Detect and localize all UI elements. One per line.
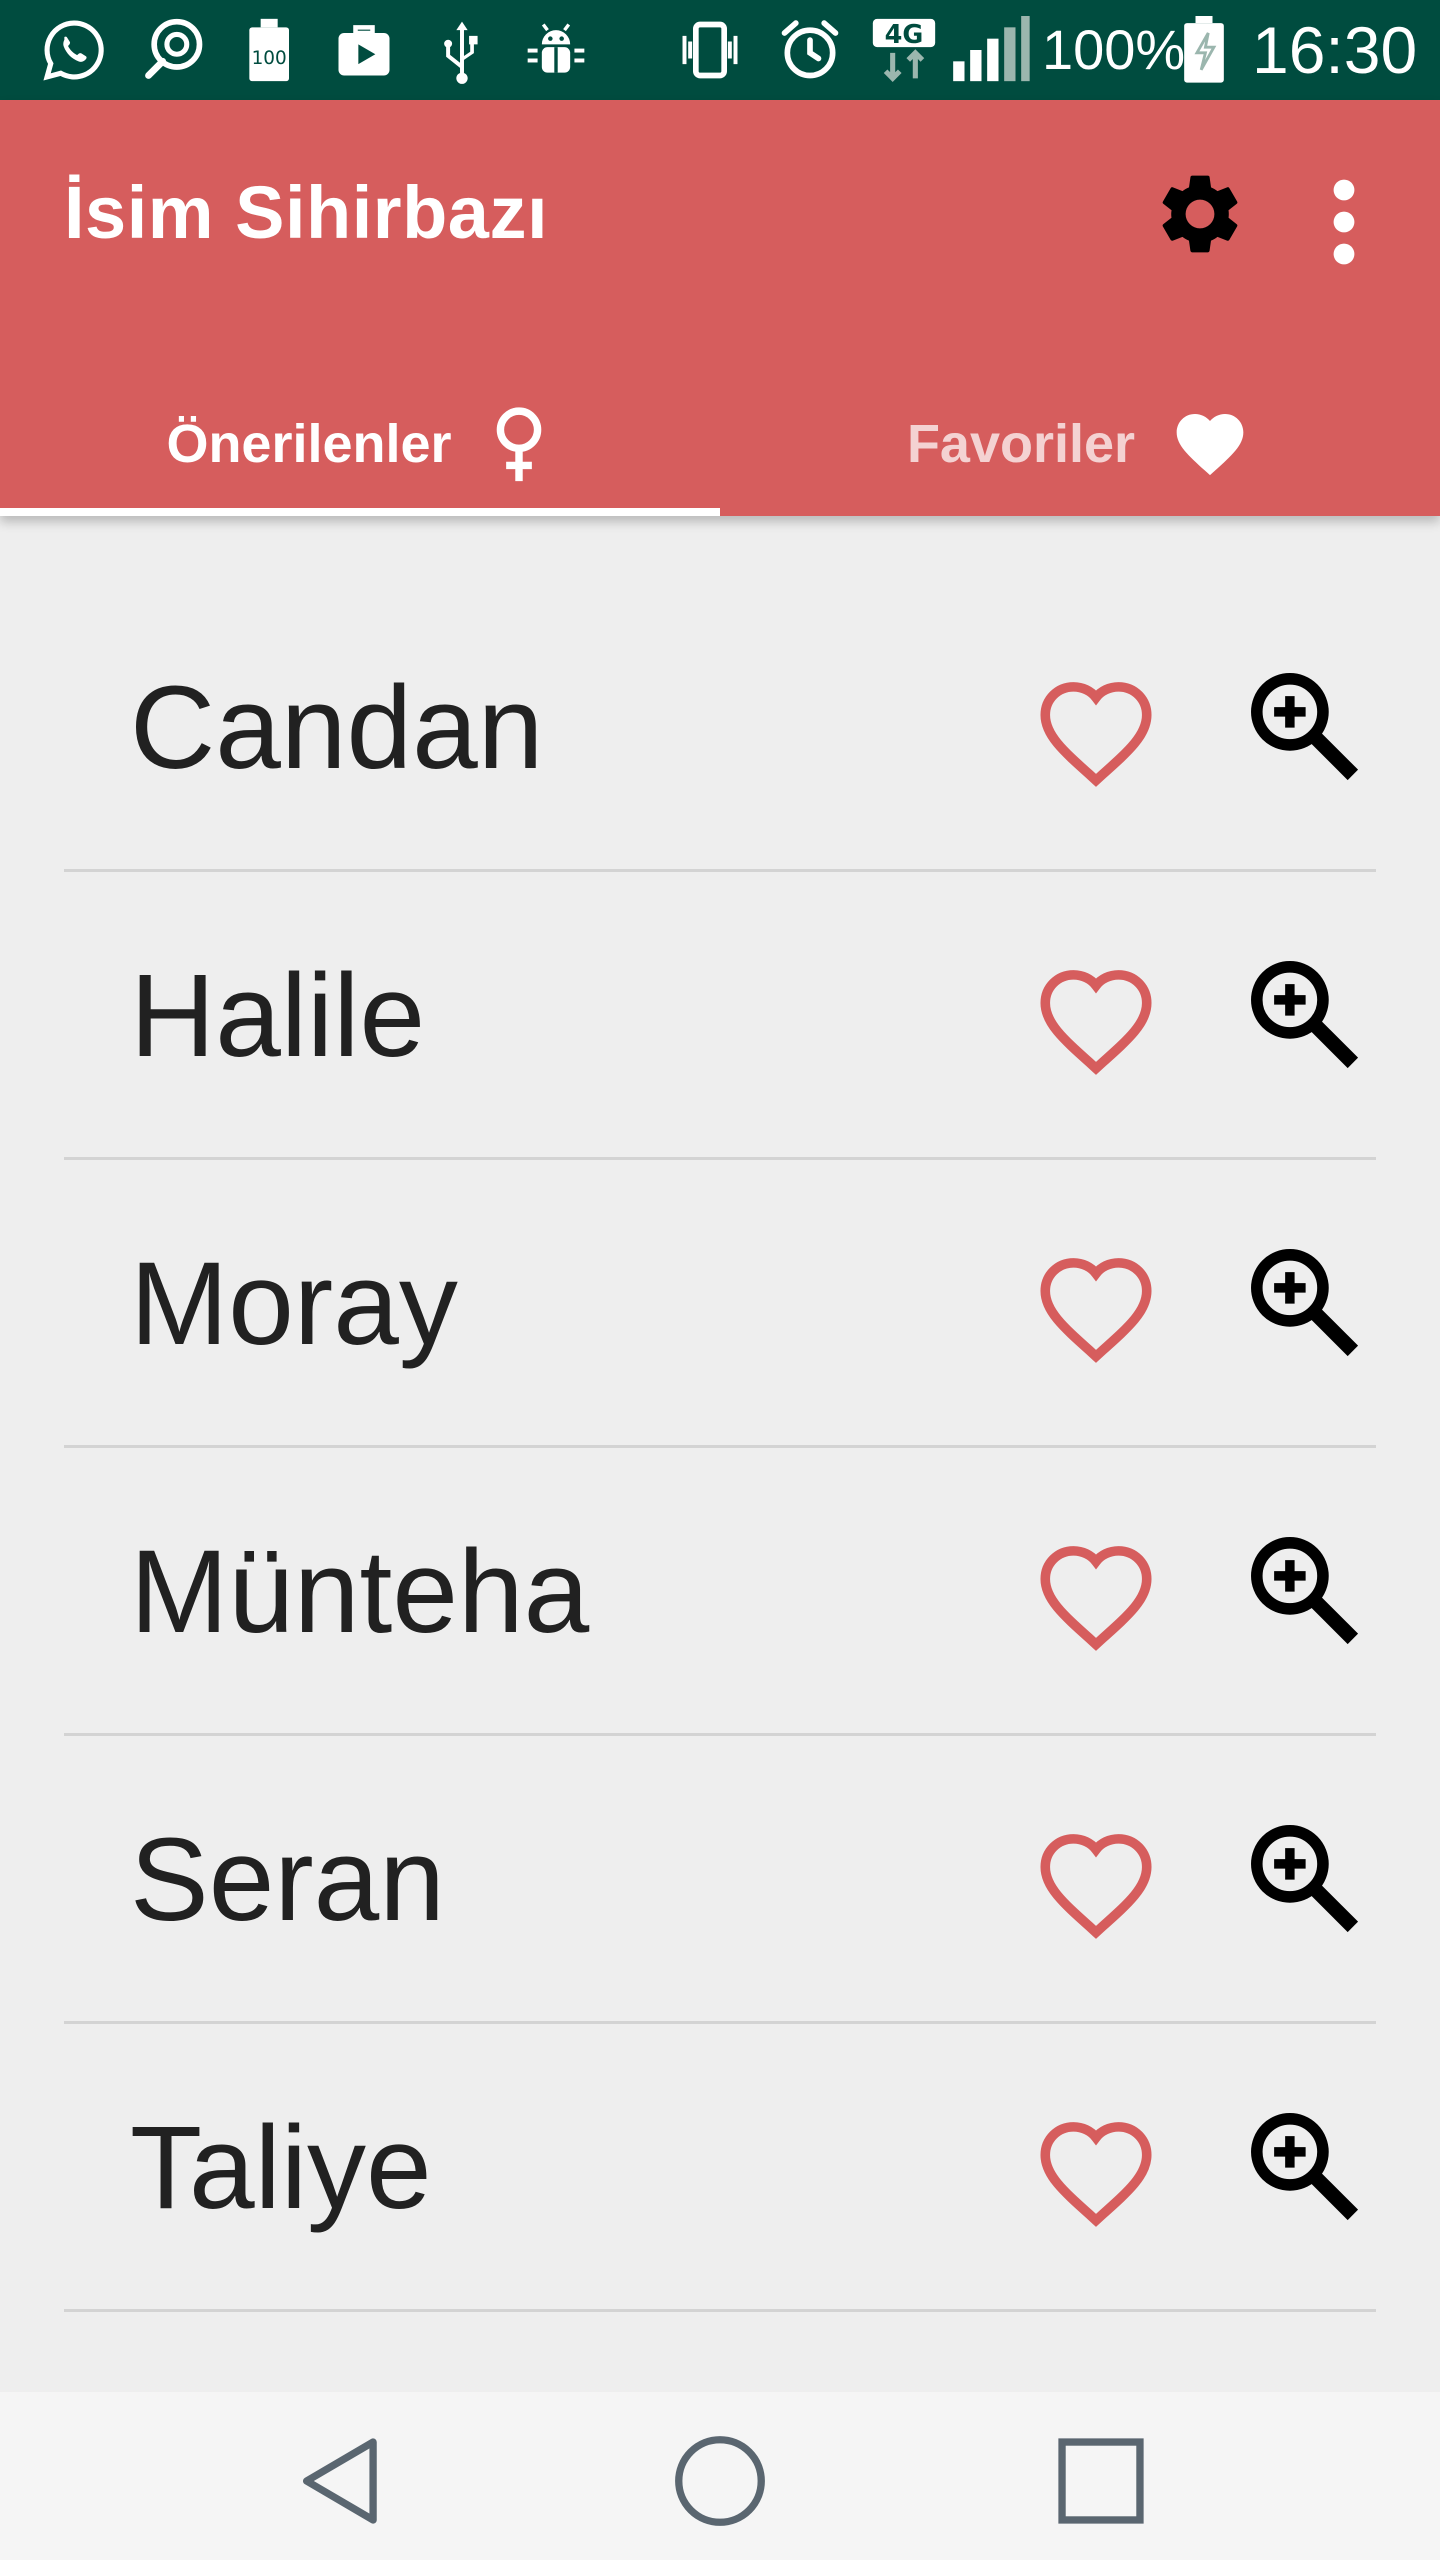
list-item[interactable]: Münteha [0,1448,1440,1736]
details-button[interactable] [1240,1526,1366,1652]
favorite-button[interactable] [1028,1530,1164,1654]
screen: 100 4G 100% 16:30 İsim Sihirbazı Önerile… [0,0,1440,2560]
heart-outline-icon [1040,970,1152,1075]
zoom-in-icon [1251,961,1359,1069]
name-text: Halile [130,950,426,1082]
home-button[interactable] [665,2426,775,2536]
whatsapp-icon [40,16,108,84]
battery-charging-icon [1176,16,1232,84]
heart-outline-icon [1040,682,1152,787]
signal-icon [950,16,1030,84]
home-icon [675,2436,765,2526]
heart-outline-icon [1040,1546,1152,1651]
details-button[interactable] [1240,950,1366,1076]
clock: 16:30 [1252,13,1418,87]
alarm-icon [776,16,844,84]
briefcase-icon [330,16,398,84]
status-bar: 100 4G 100% 16:30 [0,0,1440,100]
details-button[interactable] [1240,1238,1366,1364]
recents-icon [1058,2438,1144,2524]
vibrate-icon [676,16,744,84]
zoom-in-icon [1251,673,1359,781]
heart-filled-icon [1167,404,1253,484]
favorite-button[interactable] [1028,954,1164,1078]
name-list: Candan Halile Moray Münteha Seran Taliye [0,584,1440,2312]
zoom-in-icon [1251,1537,1359,1645]
zoom-in-icon [1251,1825,1359,1933]
battery-100-icon: 100 [238,16,306,84]
svg-text:4G: 4G [885,20,924,50]
list-item[interactable]: Candan [0,584,1440,872]
system-nav-bar [0,2392,1440,2560]
favorite-button[interactable] [1028,666,1164,790]
heart-outline-icon [1040,2122,1152,2227]
heart-outline-icon [1040,1258,1152,1363]
favorite-button[interactable] [1028,1242,1164,1366]
tab-bar: Önerilenler Favoriler [0,372,1440,516]
app-title: İsim Sihirbazı [64,171,549,254]
recents-button[interactable] [1046,2426,1156,2536]
usb-icon [428,16,496,84]
tab-onerilenler[interactable]: Önerilenler [0,372,720,516]
list-item[interactable]: Seran [0,1736,1440,2024]
settings-button[interactable] [1152,166,1248,262]
back-button[interactable] [286,2426,396,2536]
name-text: Taliye [130,2102,432,2234]
female-symbol-icon [484,404,554,484]
gear-icon [1162,175,1238,253]
divider [64,2309,1376,2312]
tab-favoriler[interactable]: Favoriler [720,372,1440,516]
favorite-button[interactable] [1028,2106,1164,2230]
back-icon [302,2438,377,2524]
battery-percent: 100% [1042,18,1186,81]
overflow-menu-button[interactable] [1316,174,1372,270]
heart-outline-icon [1040,1834,1152,1939]
list-item[interactable]: Taliye [0,2024,1440,2312]
tab-label: Önerilenler [166,414,452,474]
list-item[interactable]: Halile [0,872,1440,1160]
svg-text:100: 100 [252,48,287,69]
chat-search-icon [140,16,208,84]
favorite-button[interactable] [1028,1818,1164,1942]
name-text: Münteha [130,1526,590,1658]
name-text: Candan [130,662,544,794]
4g-data-icon: 4G [870,16,938,84]
android-debug-icon [522,16,590,84]
more-vert-icon [1333,179,1355,265]
name-text: Moray [130,1238,458,1370]
details-button[interactable] [1240,1814,1366,1940]
selected-tab-indicator [0,508,720,516]
zoom-in-icon [1251,1249,1359,1357]
list-item[interactable]: Moray [0,1160,1440,1448]
details-button[interactable] [1240,662,1366,788]
app-bar: İsim Sihirbazı Önerilenler Favoriler [0,100,1440,516]
zoom-in-icon [1251,2113,1359,2221]
name-text: Seran [130,1814,445,1946]
details-button[interactable] [1240,2102,1366,2228]
tab-label: Favoriler [906,414,1136,474]
